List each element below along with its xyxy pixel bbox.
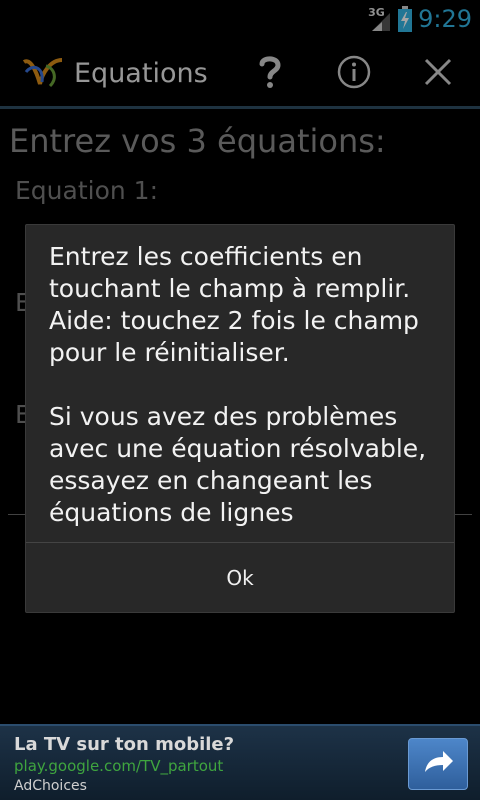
ad-open-button[interactable] [408,738,468,790]
ad-url[interactable]: play.google.com/TV_partout [14,757,223,775]
share-arrow-icon [421,748,455,780]
ad-choices-link[interactable]: AdChoices [14,778,87,794]
dialog-message: Entrez les coefficients en touchant le c… [49,242,427,527]
screen: 3G 9:29 Equations Entrez vos 3 équations… [0,0,480,800]
ad-banner[interactable]: La TV sur ton mobile? play.google.com/TV… [0,724,480,800]
ok-button[interactable]: Ok [26,543,454,612]
help-dialog: Entrez les coefficients en touchant le c… [25,224,455,613]
ad-title[interactable]: La TV sur ton mobile? [14,734,234,755]
